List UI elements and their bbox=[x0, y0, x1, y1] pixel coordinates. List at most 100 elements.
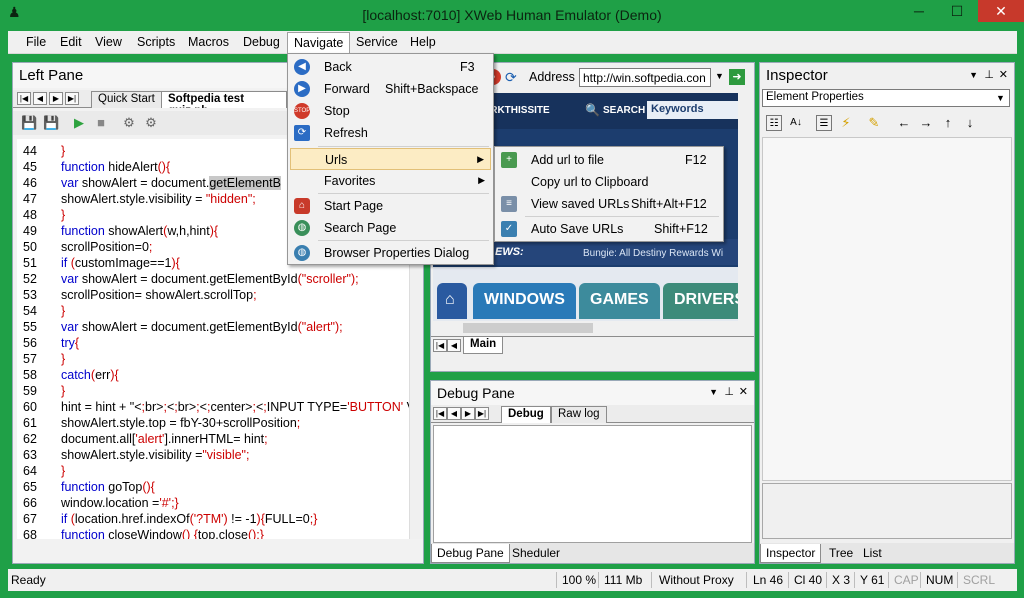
news-ticker[interactable]: Bungie: All Destiny Rewards Wi bbox=[583, 248, 723, 259]
tab-debug-pane[interactable]: Debug Pane bbox=[431, 544, 510, 563]
web-vertical-scrollbar[interactable] bbox=[738, 93, 752, 351]
tab-raw-log[interactable]: Raw log bbox=[551, 406, 607, 423]
menu-item-forward[interactable]: ▶ Forward Shift+Backspace bbox=[290, 78, 491, 100]
save-all-icon[interactable]: 💾 bbox=[43, 115, 59, 131]
debug-output[interactable] bbox=[433, 425, 752, 543]
next-tab-icon[interactable]: ▶ bbox=[49, 92, 63, 105]
down-arrow-icon[interactable]: ↓ bbox=[962, 115, 978, 131]
inspector-dropdown-icon[interactable]: ▼ bbox=[969, 70, 978, 80]
site-tab-windows[interactable]: WINDOWS bbox=[473, 283, 576, 319]
properties-icon[interactable]: ☰ bbox=[816, 115, 832, 131]
inspector-select-arrow-icon[interactable]: ▼ bbox=[996, 93, 1005, 103]
code-text: } bbox=[61, 352, 66, 366]
tab-list[interactable]: List bbox=[858, 544, 887, 563]
refresh-icon[interactable]: ⟳ bbox=[505, 69, 521, 85]
debug-pane-pin-icon[interactable]: ⊥ bbox=[724, 385, 734, 398]
tab-softpedia-quiz[interactable]: Softpedia test quiz.ph bbox=[161, 91, 287, 108]
tab-main[interactable]: Main bbox=[463, 337, 504, 354]
tab-debug[interactable]: Debug bbox=[501, 406, 551, 423]
menu-item-auto-save-urls[interactable]: ✓ Auto Save URLs Shift+F12 bbox=[497, 218, 721, 240]
menu-item-search-page[interactable]: ◍ Search Page bbox=[290, 217, 491, 239]
minimize-button[interactable]: ─ bbox=[904, 0, 934, 22]
menu-edit[interactable]: Edit bbox=[60, 35, 82, 49]
settings-icon[interactable]: ⚙ bbox=[143, 115, 159, 131]
left-arrow-icon[interactable]: ← bbox=[896, 115, 912, 131]
menu-item-back[interactable]: ◀ Back F3 bbox=[290, 56, 491, 78]
menu-scripts[interactable]: Scripts bbox=[137, 35, 175, 49]
gear-icon[interactable]: ⚙ bbox=[121, 115, 137, 131]
highlight-icon[interactable]: ✎ bbox=[866, 115, 882, 131]
site-tab-drivers[interactable]: DRIVERS bbox=[663, 283, 739, 319]
address-input[interactable] bbox=[579, 68, 711, 87]
urls-submenu: + Add url to file F12 Copy url to Clipbo… bbox=[494, 146, 724, 242]
menu-item-browser-properties[interactable]: ◍ Browser Properties Dialog bbox=[290, 242, 491, 264]
close-button[interactable]: ✕ bbox=[978, 0, 1024, 22]
status-bar: Ready 100 % 111 Mb Without Proxy Ln 46 C… bbox=[8, 569, 1017, 591]
site-search-input[interactable]: Keywords bbox=[647, 101, 739, 119]
menu-item-copy-url[interactable]: Copy url to Clipboard bbox=[497, 171, 721, 193]
events-icon[interactable]: ⚡ bbox=[838, 115, 854, 131]
go-arrow-icon[interactable]: ➜ bbox=[729, 69, 745, 85]
run-icon[interactable]: ▶ bbox=[71, 115, 87, 131]
debug-first-tab-icon[interactable]: |◀ bbox=[433, 407, 447, 420]
view-list-icon: ≡ bbox=[501, 196, 517, 212]
debug-pane-close-icon[interactable]: ✕ bbox=[739, 385, 748, 398]
code-text: var showAlert = document.getElementById(… bbox=[61, 272, 359, 286]
inspector-pin-icon[interactable]: ⊥ bbox=[984, 68, 994, 81]
tab-quick-start[interactable]: Quick Start bbox=[91, 91, 162, 108]
sort-az-icon[interactable]: A↓ bbox=[788, 115, 804, 131]
last-tab-icon[interactable]: ▶| bbox=[65, 92, 79, 105]
inspector-close-icon[interactable]: ✕ bbox=[999, 68, 1008, 81]
home-icon: ⌂ bbox=[294, 198, 310, 214]
line-number: 66 bbox=[23, 496, 37, 510]
web-horizontal-scrollbar[interactable] bbox=[433, 321, 723, 335]
menu-help[interactable]: Help bbox=[410, 35, 436, 49]
menu-macros[interactable]: Macros bbox=[188, 35, 229, 49]
menu-debug[interactable]: Debug bbox=[243, 35, 280, 49]
line-number: 44 bbox=[23, 144, 37, 158]
status-memory: 111 Mb bbox=[604, 573, 643, 587]
debug-bottom-tabs: Debug Pane Sheduler bbox=[431, 543, 754, 563]
status-scrl: SCRL bbox=[963, 573, 996, 587]
menu-navigate[interactable]: Navigate bbox=[287, 32, 351, 54]
site-tab-games[interactable]: GAMES bbox=[579, 283, 660, 319]
line-number: 59 bbox=[23, 384, 37, 398]
stop-square-icon[interactable]: ■ bbox=[93, 115, 109, 131]
menu-item-stop[interactable]: STOP Stop bbox=[290, 100, 491, 122]
debug-last-tab-icon[interactable]: ▶| bbox=[475, 407, 489, 420]
code-text: try{ bbox=[61, 336, 80, 350]
menu-file[interactable]: File bbox=[26, 35, 46, 49]
status-num: NUM bbox=[926, 573, 954, 587]
line-number: 62 bbox=[23, 432, 37, 446]
address-dropdown-icon[interactable]: ▼ bbox=[715, 71, 724, 81]
inspector-select[interactable]: Element Properties bbox=[762, 89, 1010, 107]
prev-tab-icon[interactable]: ◀ bbox=[33, 92, 47, 105]
tab-inspector[interactable]: Inspector bbox=[760, 544, 822, 563]
property-grid[interactable] bbox=[762, 137, 1012, 481]
right-arrow-icon[interactable]: → bbox=[918, 115, 934, 131]
line-number: 67 bbox=[23, 512, 37, 526]
tab-tree[interactable]: Tree bbox=[824, 544, 858, 563]
menu-service[interactable]: Service bbox=[356, 35, 398, 49]
debug-next-tab-icon[interactable]: ▶ bbox=[461, 407, 475, 420]
first-tab-icon[interactable]: |◀ bbox=[17, 92, 31, 105]
save-icon[interactable]: 💾 bbox=[21, 115, 37, 131]
menu-item-view-saved-urls[interactable]: ≡ View saved URLs Shift+Alt+F12 bbox=[497, 193, 721, 215]
menu-item-start-page[interactable]: ⌂ Start Page bbox=[290, 195, 491, 217]
site-home-icon[interactable]: ⌂ bbox=[437, 283, 467, 319]
menu-item-urls[interactable]: Urls ▶ bbox=[290, 148, 491, 170]
tab-sheduler[interactable]: Sheduler bbox=[507, 544, 565, 563]
line-number: 49 bbox=[23, 224, 37, 238]
browser-prev-tab-icon[interactable]: ◀ bbox=[447, 339, 461, 352]
menu-view[interactable]: View bbox=[95, 35, 122, 49]
categorized-icon[interactable]: ☷ bbox=[766, 115, 782, 131]
debug-prev-tab-icon[interactable]: ◀ bbox=[447, 407, 461, 420]
menu-item-add-url[interactable]: + Add url to file F12 bbox=[497, 149, 721, 171]
up-arrow-icon[interactable]: ↑ bbox=[940, 115, 956, 131]
maximize-button[interactable]: ☐ bbox=[942, 0, 972, 22]
menu-item-refresh[interactable]: ⟳ Refresh bbox=[290, 122, 491, 144]
debug-pane-dropdown-icon[interactable]: ▼ bbox=[709, 387, 718, 397]
browser-first-tab-icon[interactable]: |◀ bbox=[433, 339, 447, 352]
menu-item-favorites[interactable]: Favorites ▶ bbox=[290, 170, 491, 192]
line-number: 64 bbox=[23, 464, 37, 478]
